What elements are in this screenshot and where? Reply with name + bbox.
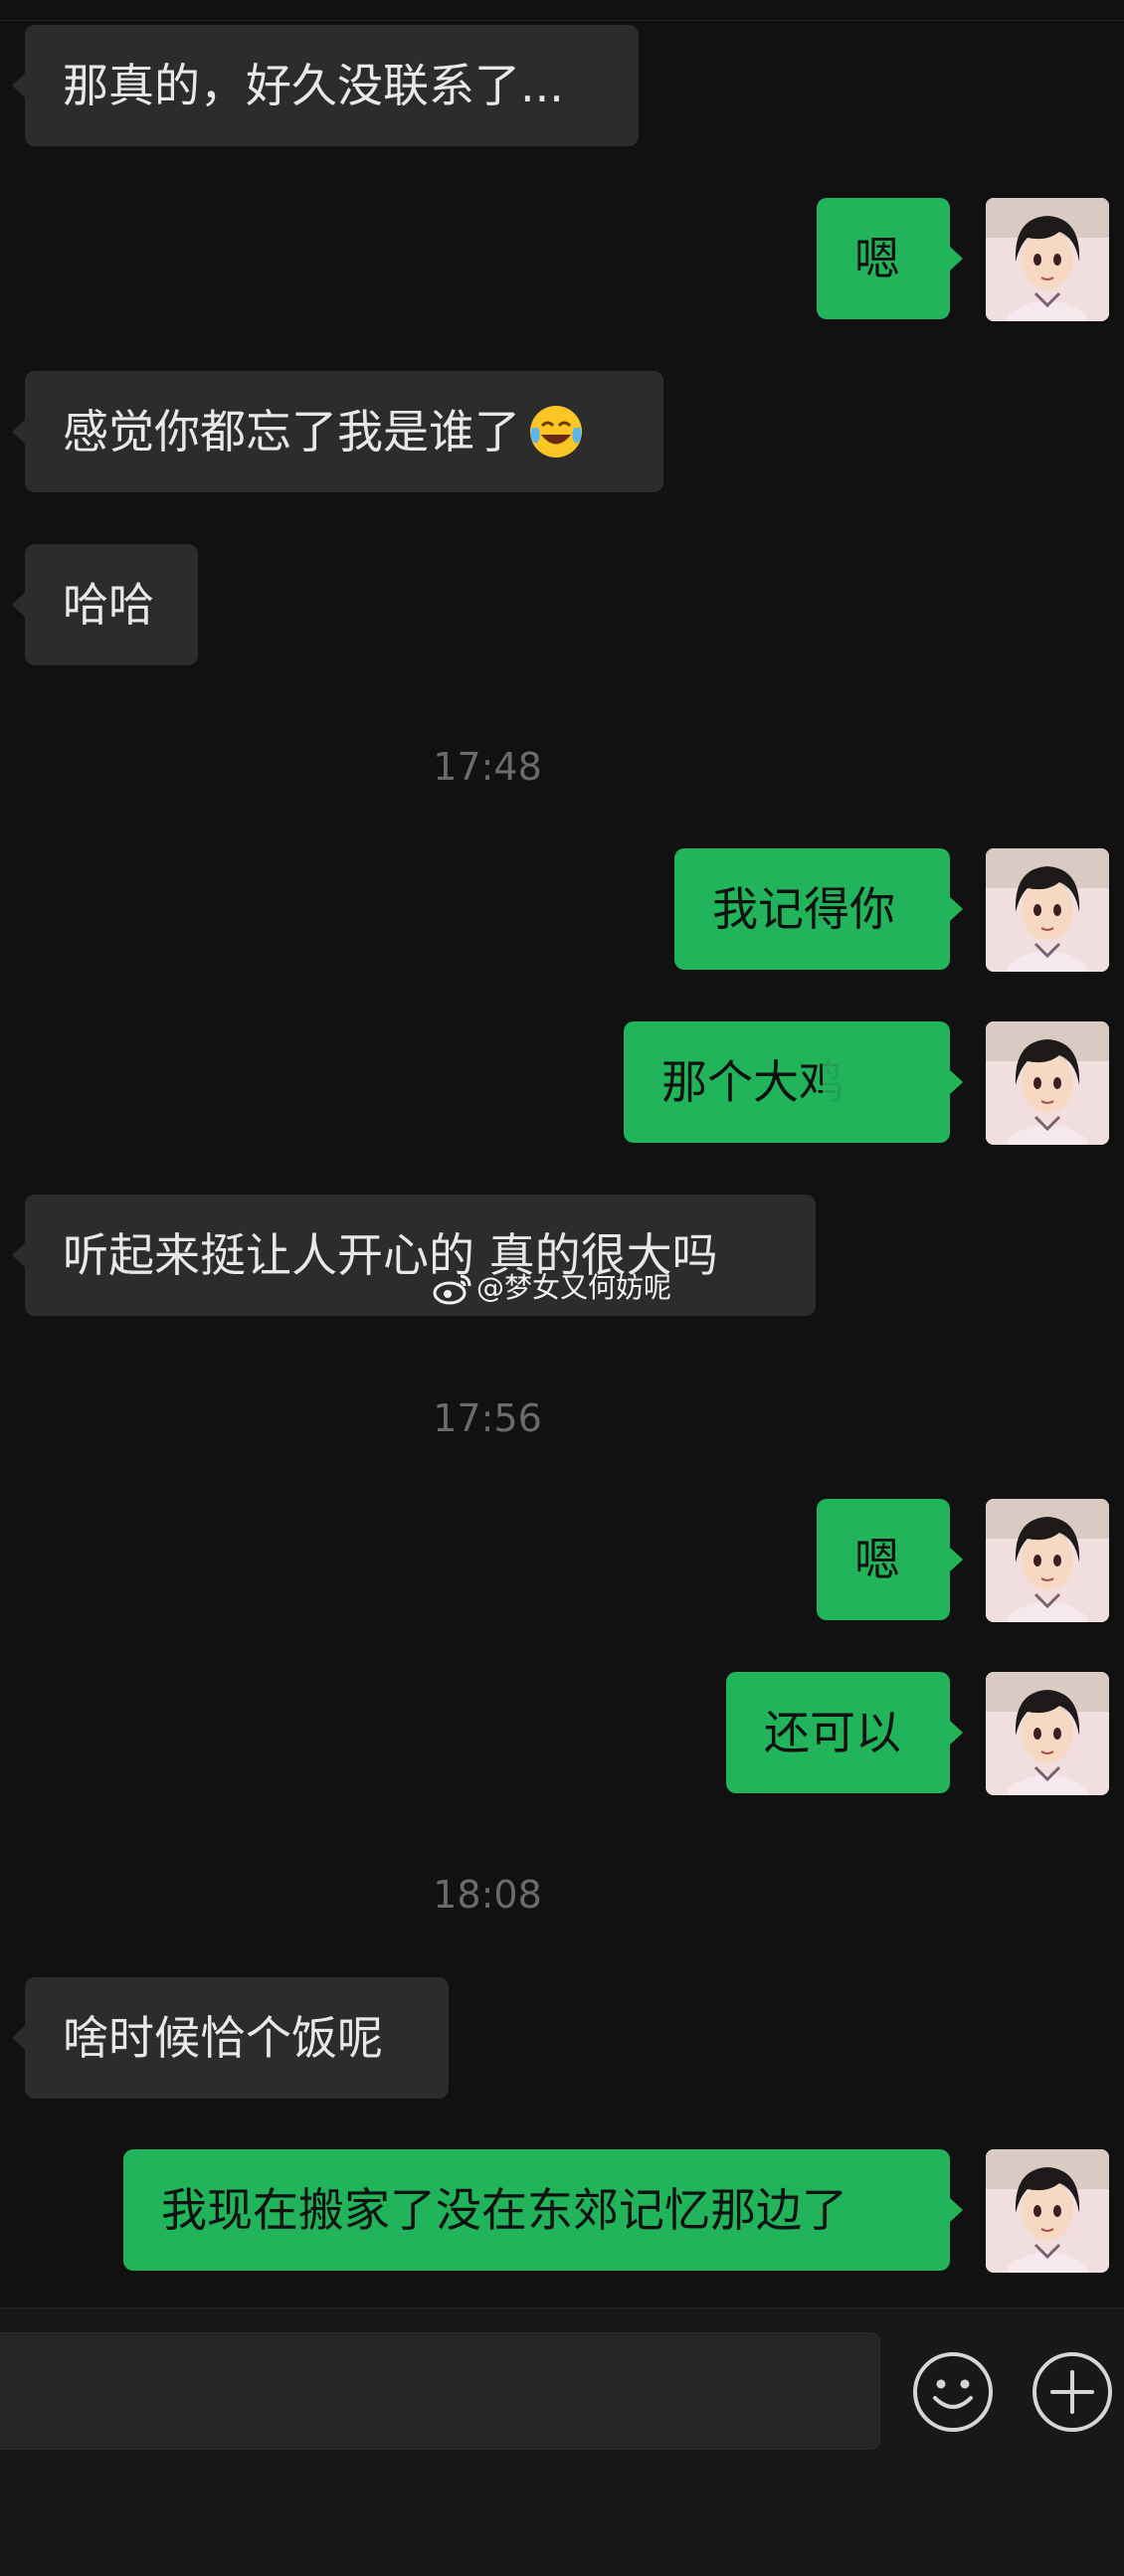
avatar[interactable] xyxy=(986,198,1109,321)
message-bubble-outgoing[interactable]: 我现在搬家了没在东郊记忆那边了 xyxy=(123,2149,963,2271)
anime-girl-avatar-icon xyxy=(986,1021,1109,1145)
timestamp: 18:08 xyxy=(433,1873,542,1917)
message-text: 嗯 xyxy=(854,232,900,285)
message-row-outgoing: 嗯 xyxy=(0,198,1124,321)
anime-girl-avatar-icon xyxy=(986,198,1109,321)
message-bubble-outgoing[interactable]: 嗯 xyxy=(817,1499,963,1620)
message-row-incoming: 那真的，好久没联系了... xyxy=(0,25,1124,148)
message-text: 哈哈 xyxy=(63,578,154,632)
tears-of-joy-emoji-icon xyxy=(530,405,582,458)
avatar[interactable] xyxy=(986,1499,1109,1622)
avatar[interactable] xyxy=(986,2149,1109,2273)
plus-button[interactable] xyxy=(1030,2350,1114,2434)
message-row-incoming: 哈哈 xyxy=(0,544,1124,667)
message-row-outgoing: 我现在搬家了没在东郊记忆那边了 xyxy=(0,2149,1124,2273)
anime-girl-avatar-icon xyxy=(986,2149,1109,2273)
message-bubble-incoming[interactable]: 那真的，好久没联系了... xyxy=(12,25,639,146)
message-row-outgoing: 我记得你 xyxy=(0,848,1124,972)
smiley-icon xyxy=(913,2352,993,2432)
message-bubble-incoming[interactable]: 感觉你都忘了我是谁了 xyxy=(12,371,663,492)
message-bubble-incoming[interactable]: 听起来挺让人开心的 真的很大吗 xyxy=(12,1195,816,1316)
message-row-incoming: 感觉你都忘了我是谁了 xyxy=(0,371,1124,494)
top-divider xyxy=(0,20,1124,21)
watermark-text: @梦女又何妨呢 xyxy=(476,1271,672,1304)
message-text: 我记得你 xyxy=(712,882,895,936)
anime-girl-avatar-icon xyxy=(986,1672,1109,1795)
message-bubble-outgoing[interactable]: 嗯 xyxy=(817,198,963,319)
message-bubble-outgoing[interactable]: 还可以 xyxy=(726,1672,963,1793)
avatar[interactable] xyxy=(986,848,1109,972)
weibo-icon xyxy=(433,1274,471,1305)
emoji-button[interactable] xyxy=(911,2350,995,2434)
message-row-outgoing: 嗯 xyxy=(0,1499,1124,1622)
message-text: 嗯 xyxy=(854,1533,900,1586)
message-text: 那个大鸡 xyxy=(661,1055,844,1109)
plus-circle-icon xyxy=(1032,2352,1112,2432)
message-row-outgoing: 那个大鸡 xyxy=(0,1021,1124,1145)
message-row-outgoing: 还可以 xyxy=(0,1672,1124,1795)
timestamp: 17:48 xyxy=(433,745,542,789)
message-text: 感觉你都忘了我是谁了 xyxy=(63,405,520,459)
message-text: 我现在搬家了没在东郊记忆那边了 xyxy=(161,2183,847,2237)
avatar[interactable] xyxy=(986,1021,1109,1145)
watermark: @梦女又何妨呢 xyxy=(433,1268,671,1308)
message-text: 还可以 xyxy=(764,1706,901,1759)
censor-mosaic xyxy=(823,1059,918,1111)
message-text: 啥时候恰个饭呢 xyxy=(63,2011,383,2065)
input-bar xyxy=(0,2307,1124,2576)
avatar[interactable] xyxy=(986,1672,1109,1795)
timestamp: 17:56 xyxy=(433,1396,542,1440)
message-bubble-incoming[interactable]: 哈哈 xyxy=(12,544,198,665)
message-input[interactable] xyxy=(0,2332,880,2450)
message-bubble-outgoing[interactable]: 我记得你 xyxy=(674,848,963,970)
message-text: 那真的，好久没联系了... xyxy=(63,59,564,112)
anime-girl-avatar-icon xyxy=(986,848,1109,972)
message-bubble-outgoing[interactable]: 那个大鸡 xyxy=(624,1021,963,1143)
message-row-incoming: 啥时候恰个饭呢 xyxy=(0,1977,1124,2101)
anime-girl-avatar-icon xyxy=(986,1499,1109,1622)
message-bubble-incoming[interactable]: 啥时候恰个饭呢 xyxy=(12,1977,449,2099)
